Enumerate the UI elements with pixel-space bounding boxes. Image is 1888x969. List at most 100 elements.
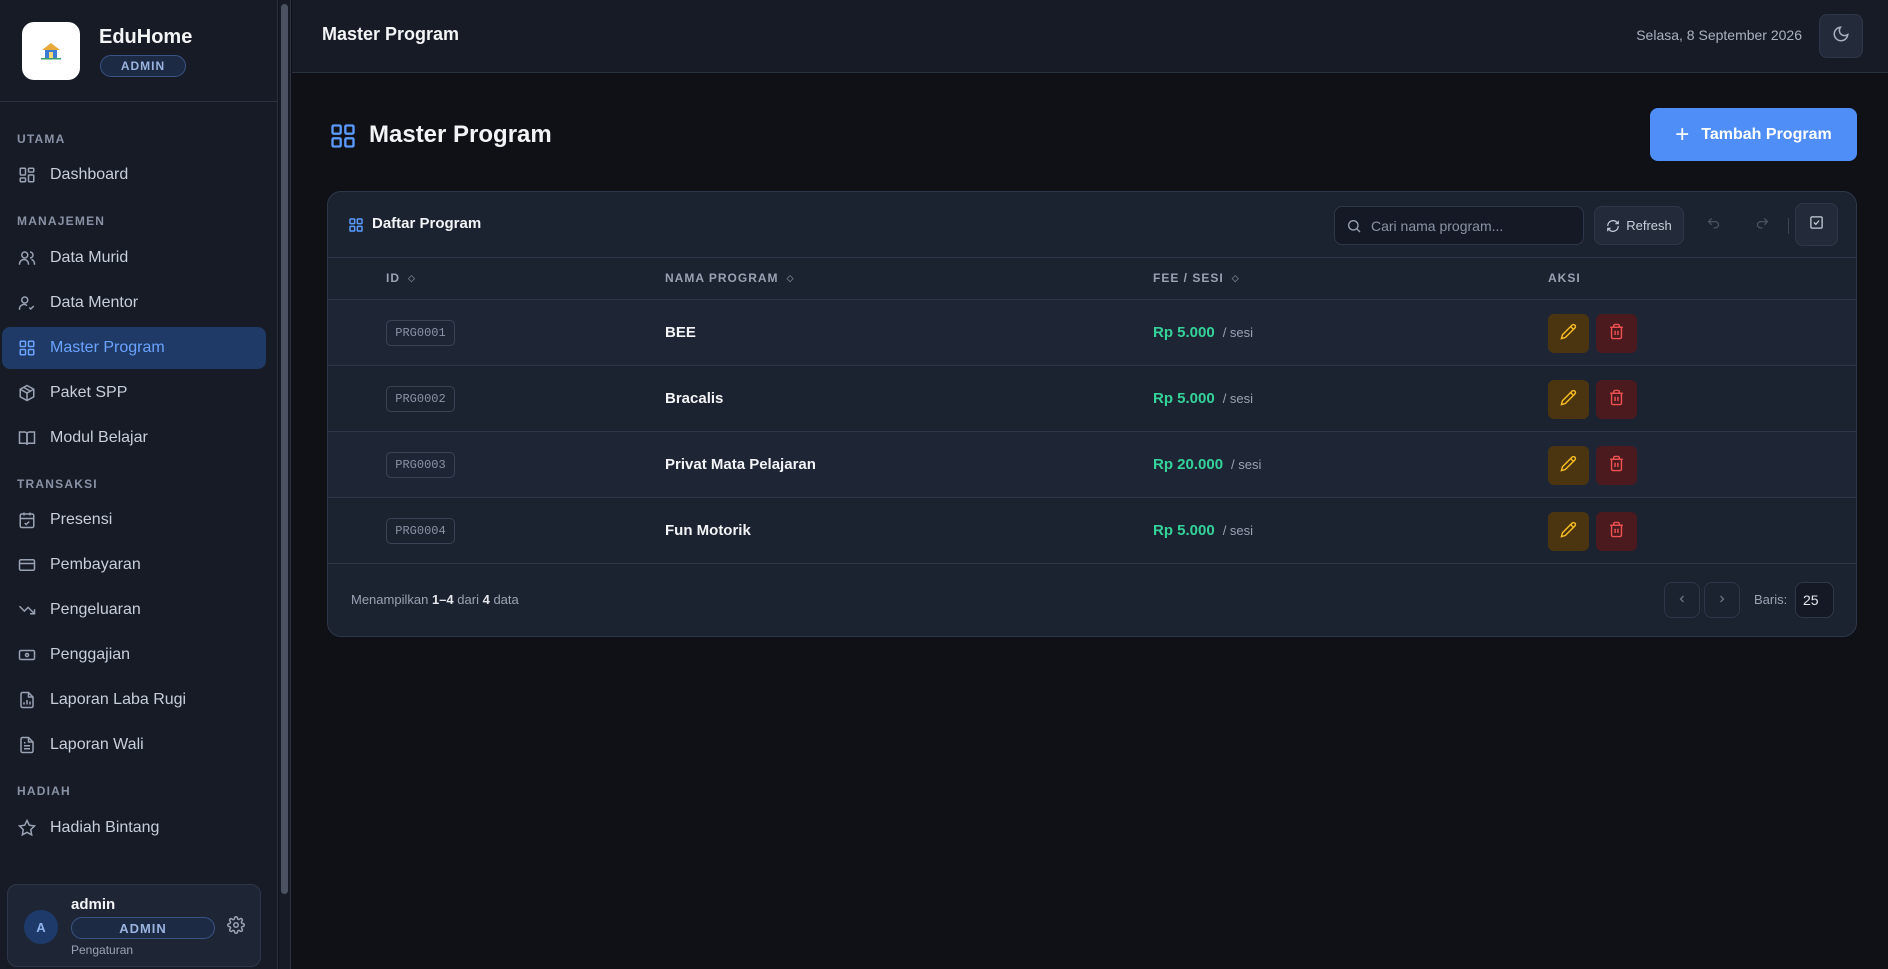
page-title: Master Program (369, 121, 552, 148)
card-header: Daftar Program Refresh (328, 192, 1856, 258)
nav-section-transaksi: TRANSAKSI (17, 477, 98, 491)
trash-icon (1608, 521, 1625, 543)
file-text-icon (17, 735, 37, 755)
calendar-check-icon (17, 510, 37, 530)
table-row[interactable]: PRG0003 Privat Mata Pelajaran Rp 20.000/… (328, 432, 1856, 498)
user-card[interactable]: A admin ADMIN Pengaturan (7, 884, 261, 967)
table-header: ID ◇ NAMA PROGRAM ◇ FEE / SESI ◇ AKSI (328, 258, 1856, 300)
sidebar-item-label: Pembayaran (50, 556, 141, 573)
rows-per-page-select[interactable]: 25 (1795, 582, 1834, 618)
pencil-icon (1560, 521, 1577, 543)
trash-icon (1608, 455, 1625, 477)
sidebar-item-label: Paket SPP (50, 384, 128, 401)
search-icon (1346, 218, 1362, 234)
program-name: Bracalis (665, 390, 724, 407)
moon-icon (1832, 25, 1850, 48)
sidebar-item-hadiah-bintang[interactable]: Hadiah Bintang (2, 807, 266, 849)
table-row[interactable]: PRG0002 Bracalis Rp 5.000/ sesi (328, 366, 1856, 432)
sidebar-item-dashboard[interactable]: Dashboard (2, 154, 266, 196)
sidebar-item-laporan-laba-rugi[interactable]: Laporan Laba Rugi (2, 679, 266, 721)
sidebar-item-data-mentor[interactable]: Data Mentor (2, 282, 266, 324)
nav-section-manajemen: MANAJEMEN (17, 214, 106, 228)
sidebar-scrollbar-thumb[interactable] (281, 4, 288, 894)
table-row[interactable]: PRG0001 BEE Rp 5.000/ sesi (328, 300, 1856, 366)
sidebar-item-paket-spp[interactable]: Paket SPP (2, 372, 266, 414)
sidebar-item-label: Pengeluaran (50, 601, 141, 618)
chevron-left-icon (1676, 592, 1688, 608)
current-date: Selasa, 8 September 2026 (1636, 27, 1802, 43)
sidebar-item-label: Laporan Wali (50, 736, 144, 753)
pencil-icon (1560, 389, 1577, 411)
refresh-button[interactable]: Refresh (1594, 206, 1684, 245)
column-header-fee[interactable]: FEE / SESI ◇ (1153, 271, 1240, 285)
program-fee: Rp 5.000/ sesi (1153, 324, 1254, 341)
card-title: Daftar Program (372, 215, 482, 232)
program-id: PRG0004 (386, 518, 455, 544)
program-id: PRG0001 (386, 320, 455, 346)
sidebar-item-label: Laporan Laba Rugi (50, 691, 187, 708)
redo-button[interactable] (1742, 206, 1782, 245)
search-box[interactable] (1334, 206, 1584, 245)
delete-button[interactable] (1596, 380, 1637, 419)
add-program-button[interactable]: + Tambah Program (1650, 108, 1857, 161)
sidebar-item-label: Penggajian (50, 646, 131, 663)
edit-button[interactable] (1548, 446, 1589, 485)
redo-icon (1755, 216, 1770, 236)
settings-label: Pengaturan (71, 943, 134, 957)
role-badge: ADMIN (100, 55, 186, 77)
credit-card-icon (17, 555, 37, 575)
sort-icon: ◇ (786, 272, 795, 283)
program-name: Fun Motorik (665, 522, 751, 539)
pencil-icon (1560, 323, 1577, 345)
sidebar-item-presensi[interactable]: Presensi (2, 499, 266, 541)
sidebar-item-label: Dashboard (50, 166, 129, 183)
edit-button[interactable] (1548, 380, 1589, 419)
sidebar: EduHome ADMIN UTAMA Dashboard MANAJEMEN … (0, 0, 278, 969)
grid-icon (17, 165, 37, 185)
sidebar-item-laporan-wali[interactable]: Laporan Wali (2, 724, 266, 766)
sidebar-item-data-murid[interactable]: Data Murid (2, 237, 266, 279)
delete-button[interactable] (1596, 446, 1637, 485)
banknote-icon (17, 645, 37, 665)
sort-icon: ◇ (408, 272, 416, 283)
program-fee: Rp 5.000/ sesi (1153, 522, 1254, 539)
select-mode-button[interactable] (1795, 203, 1838, 246)
sidebar-item-label: Presensi (50, 511, 113, 528)
column-header-nama-program[interactable]: NAMA PROGRAM ◇ (665, 271, 794, 285)
gear-icon[interactable] (227, 916, 247, 936)
user-name: admin (71, 896, 116, 913)
delete-button[interactable] (1596, 314, 1637, 353)
search-input[interactable] (1371, 207, 1576, 244)
grid-icon (17, 338, 37, 358)
theme-toggle-button[interactable] (1819, 14, 1863, 58)
app-name: EduHome (99, 26, 193, 48)
table-row[interactable]: PRG0004 Fun Motorik Rp 5.000/ sesi (328, 498, 1856, 564)
column-header-id[interactable]: ID ◇ (386, 271, 416, 285)
sidebar-item-pembayaran[interactable]: Pembayaran (2, 544, 266, 586)
toolbar-divider (1788, 218, 1789, 234)
sidebar-item-pengeluaran[interactable]: Pengeluaran (2, 589, 266, 631)
previous-page-button[interactable] (1664, 582, 1700, 618)
edit-button[interactable] (1548, 314, 1589, 353)
nav-section-hadiah: HADIAH (17, 784, 71, 798)
delete-button[interactable] (1596, 512, 1637, 551)
program-id: PRG0002 (386, 386, 455, 412)
edit-button[interactable] (1548, 512, 1589, 551)
user-check-icon (17, 293, 37, 313)
sidebar-item-penggajian[interactable]: Penggajian (2, 634, 266, 676)
undo-button[interactable] (1693, 206, 1733, 245)
sidebar-item-modul-belajar[interactable]: Modul Belajar (2, 417, 266, 459)
brand: EduHome ADMIN (0, 0, 278, 102)
sidebar-item-master-program[interactable]: Master Program (2, 327, 266, 369)
app-logo (22, 22, 80, 80)
next-page-button[interactable] (1704, 582, 1740, 618)
column-header-aksi: AKSI (1548, 271, 1581, 285)
star-icon (17, 818, 37, 838)
refresh-label: Refresh (1626, 218, 1672, 233)
nav-section-utama: UTAMA (17, 132, 66, 146)
program-fee: Rp 5.000/ sesi (1153, 390, 1254, 407)
rows-per-page-label: Baris: (1754, 592, 1788, 607)
grid-icon (348, 217, 364, 233)
trash-icon (1608, 389, 1625, 411)
program-id: PRG0003 (386, 452, 455, 478)
